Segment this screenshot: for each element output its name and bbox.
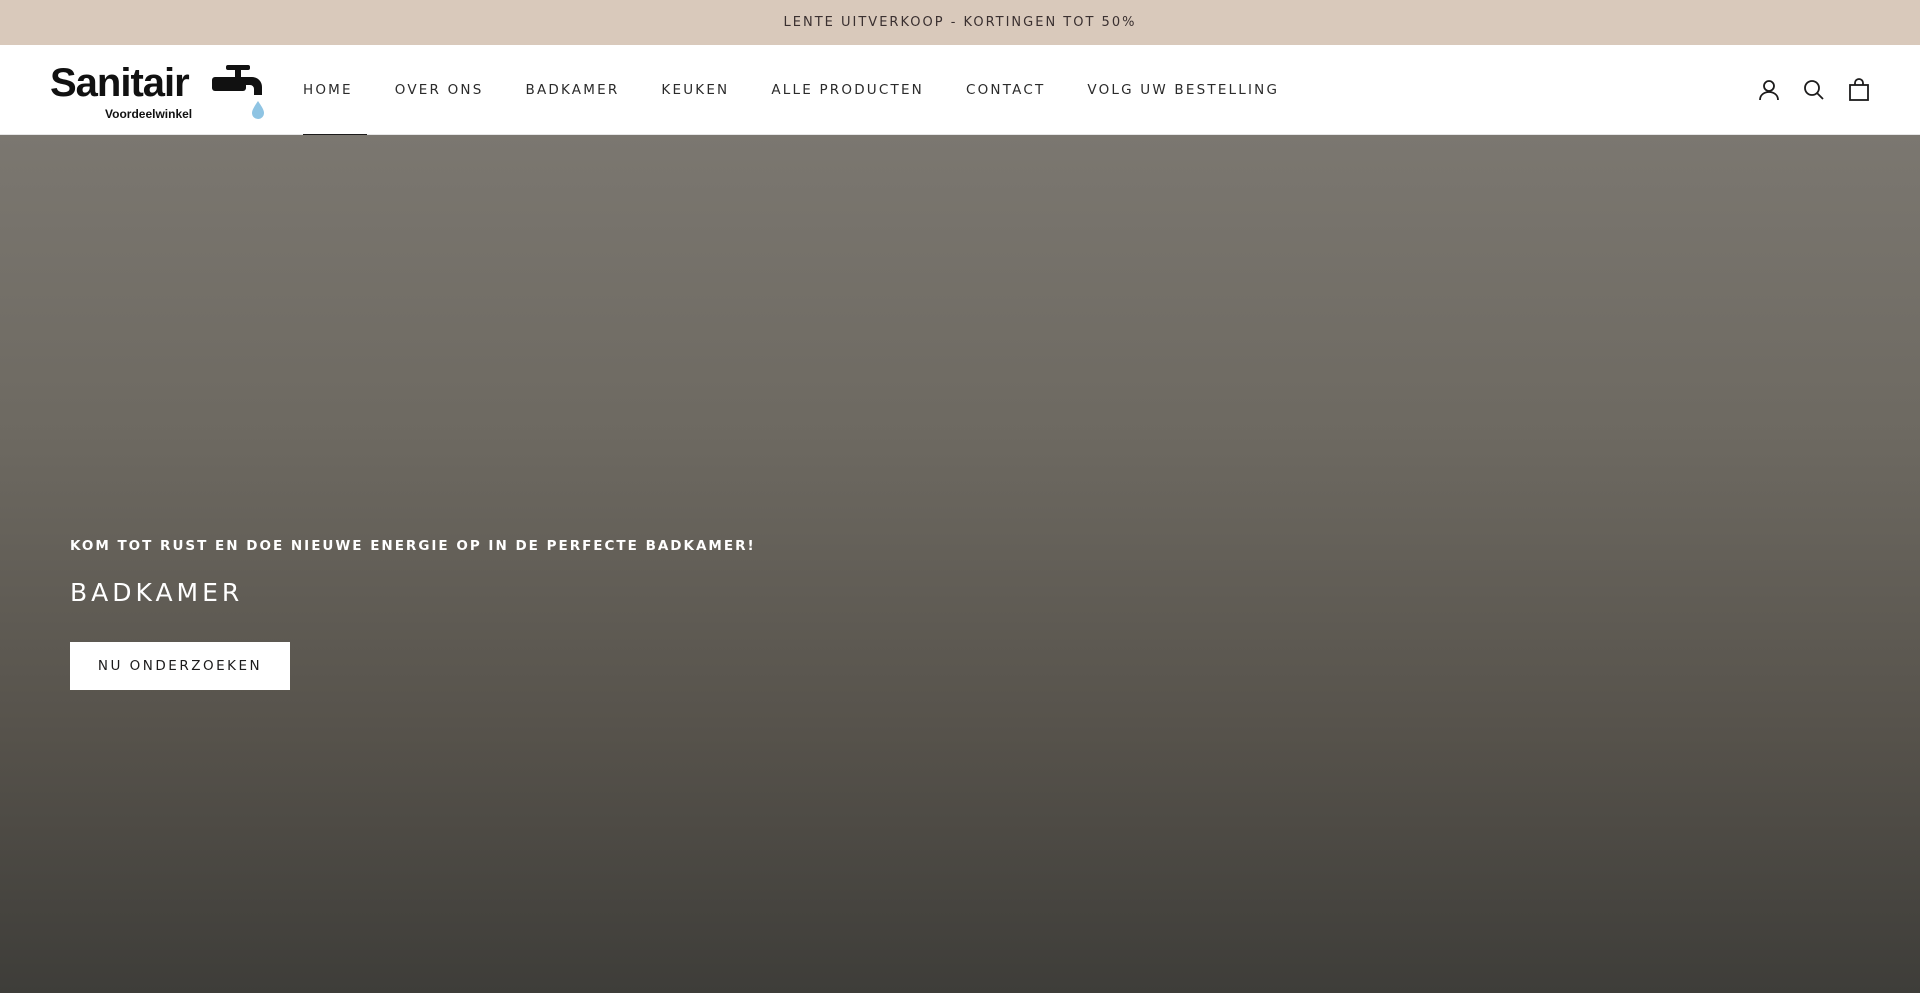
main-nav: HOME OVER ONS BADKAMER KEUKEN ALLE PRODU… bbox=[303, 45, 1321, 136]
account-icon[interactable] bbox=[1756, 77, 1782, 103]
nav-volg-uw-bestelling[interactable]: VOLG UW BESTELLING bbox=[1087, 45, 1279, 135]
hero-banner: KOM TOT RUST EN DOE NIEUWE ENERGIE OP IN… bbox=[0, 135, 1920, 993]
hero-title: BADKAMER bbox=[70, 578, 244, 607]
nav-keuken[interactable]: KEUKEN bbox=[661, 45, 729, 135]
logo-subtext: Voordeelwinkel bbox=[105, 107, 193, 121]
site-header: Sanitair Voordeelwinkel HOME OVER ONS BA… bbox=[0, 45, 1920, 136]
faucet-icon bbox=[212, 65, 264, 119]
nav-alle-producten[interactable]: ALLE PRODUCTEN bbox=[771, 45, 924, 135]
nav-badkamer[interactable]: BADKAMER bbox=[526, 45, 620, 135]
explore-button[interactable]: NU ONDERZOEKEN bbox=[70, 642, 290, 690]
announcement-bar: LENTE UITVERKOOP - KORTINGEN TOT 50% bbox=[0, 0, 1920, 45]
cart-icon[interactable] bbox=[1846, 77, 1872, 103]
header-icons bbox=[1737, 45, 1872, 135]
site-logo[interactable]: Sanitair Voordeelwinkel bbox=[48, 61, 268, 123]
announcement-text: LENTE UITVERKOOP - KORTINGEN TOT 50% bbox=[783, 15, 1137, 30]
nav-home[interactable]: HOME bbox=[303, 45, 367, 136]
search-icon[interactable] bbox=[1801, 77, 1827, 103]
hero-subtitle: KOM TOT RUST EN DOE NIEUWE ENERGIE OP IN… bbox=[70, 538, 756, 554]
logo-text: Sanitair bbox=[50, 61, 190, 105]
nav-over-ons[interactable]: OVER ONS bbox=[395, 45, 484, 135]
nav-contact[interactable]: CONTACT bbox=[966, 45, 1045, 135]
